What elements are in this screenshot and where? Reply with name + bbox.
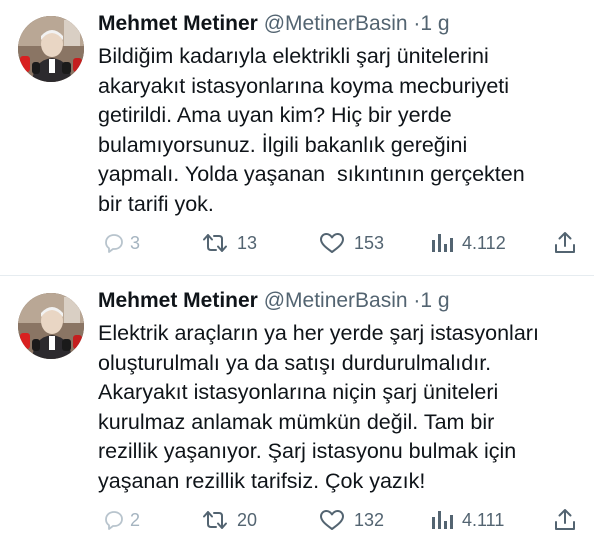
like-button[interactable]: 153	[319, 228, 384, 258]
share-button[interactable]	[554, 228, 576, 258]
tweet-feed: Mehmet Metiner @MetinerBasin ·1 g Bildiğ…	[0, 0, 594, 549]
tweet-text-line: Elektrik araçların ya her yerde şarj ist…	[98, 321, 539, 345]
author-handle[interactable]: @MetinerBasin	[264, 289, 408, 312]
reply-button[interactable]: 2	[102, 505, 140, 535]
tweet-text-line: kurulmaz anlamak mümkün değil. Tam bir	[98, 409, 495, 434]
retweet-button[interactable]: 13	[202, 228, 257, 258]
tweet-text: Elektrik araçların ya her yerde şarj ist…	[98, 319, 586, 496]
views-count: 4.111	[462, 510, 505, 530]
author-name[interactable]: Mehmet Metiner	[98, 289, 258, 312]
heart-icon	[320, 510, 344, 530]
tweet-text-line: akaryakıt istasyonlarına koyma mecburiye…	[98, 73, 510, 98]
tweet-text: Bildiğim kadarıyla elektrikli şarj ünite…	[98, 42, 586, 219]
tweet-text-line: Akaryakıt istasyonlarına niçin şarj ünit…	[98, 380, 499, 404]
like-count: 132	[354, 510, 385, 530]
tweet-text-line: yaşanan rezillik tarifsiz. Çok yazık!	[98, 468, 426, 493]
tweet-text-line: bulamıyorsunuz. İlgili bakanlık gereğini	[98, 132, 468, 157]
tweet-time[interactable]: 1 g	[420, 289, 449, 312]
author-name[interactable]: Mehmet Metiner	[98, 12, 258, 35]
tweet-time[interactable]: 1 g	[420, 12, 449, 35]
views-count: 4.112	[462, 233, 506, 253]
tweet-text-line: yapmalı. Yolda yaşanan sıkıntının gerçek…	[98, 162, 525, 186]
tweet-text-line: Bildiğim kadarıyla elektrikli şarj ünite…	[98, 44, 489, 68]
avatar[interactable]	[18, 16, 84, 82]
retweet-count: 13	[237, 233, 258, 253]
avatar[interactable]	[18, 293, 84, 359]
reply-button[interactable]: 3	[102, 228, 140, 258]
reply-icon	[105, 511, 123, 530]
retweet-icon	[203, 234, 227, 252]
retweet-icon	[203, 511, 227, 529]
reply-icon	[105, 234, 123, 253]
views-icon	[432, 234, 453, 252]
tweet-text-line: getirildi. Ama uyan kim? Hiç bir yerde	[98, 103, 452, 127]
tweet-text-line: oluşturulmalı ya da satışı durdurulmalıd…	[98, 350, 492, 375]
tweet-header: Mehmet Metiner @MetinerBasin ·1 g	[98, 287, 584, 315]
like-button[interactable]: 132	[319, 505, 384, 535]
share-button[interactable]	[554, 505, 576, 535]
views-button[interactable]: 4.112	[431, 228, 506, 258]
heart-icon	[320, 233, 344, 253]
retweet-count: 20	[237, 510, 258, 530]
tweet-text-line: rezillik yaşanıyor. Şarj istasyonu bulma…	[98, 439, 517, 463]
tweet[interactable]: Mehmet Metiner @MetinerBasin ·1 g Bildiğ…	[0, 0, 594, 276]
share-icon	[555, 509, 575, 530]
reply-count: 3	[130, 233, 141, 253]
views-button[interactable]: 4.111	[431, 505, 504, 535]
like-count: 153	[354, 233, 385, 253]
share-icon	[555, 232, 575, 253]
avatar-photo	[18, 293, 84, 359]
avatar-photo	[18, 16, 84, 82]
author-handle[interactable]: @MetinerBasin	[264, 12, 408, 35]
retweet-button[interactable]: 20	[202, 505, 257, 535]
tweet-actions: 2 20 132 4.111	[98, 505, 576, 535]
views-icon	[432, 511, 453, 529]
tweet-actions: 3 13 153 4.112	[98, 228, 576, 258]
reply-count: 2	[130, 510, 141, 530]
tweet-header: Mehmet Metiner @MetinerBasin ·1 g	[98, 10, 584, 38]
tweet[interactable]: Mehmet Metiner @MetinerBasin ·1 g Elektr…	[0, 277, 594, 549]
tweet-text-line: bir tarifi yok.	[98, 191, 214, 216]
